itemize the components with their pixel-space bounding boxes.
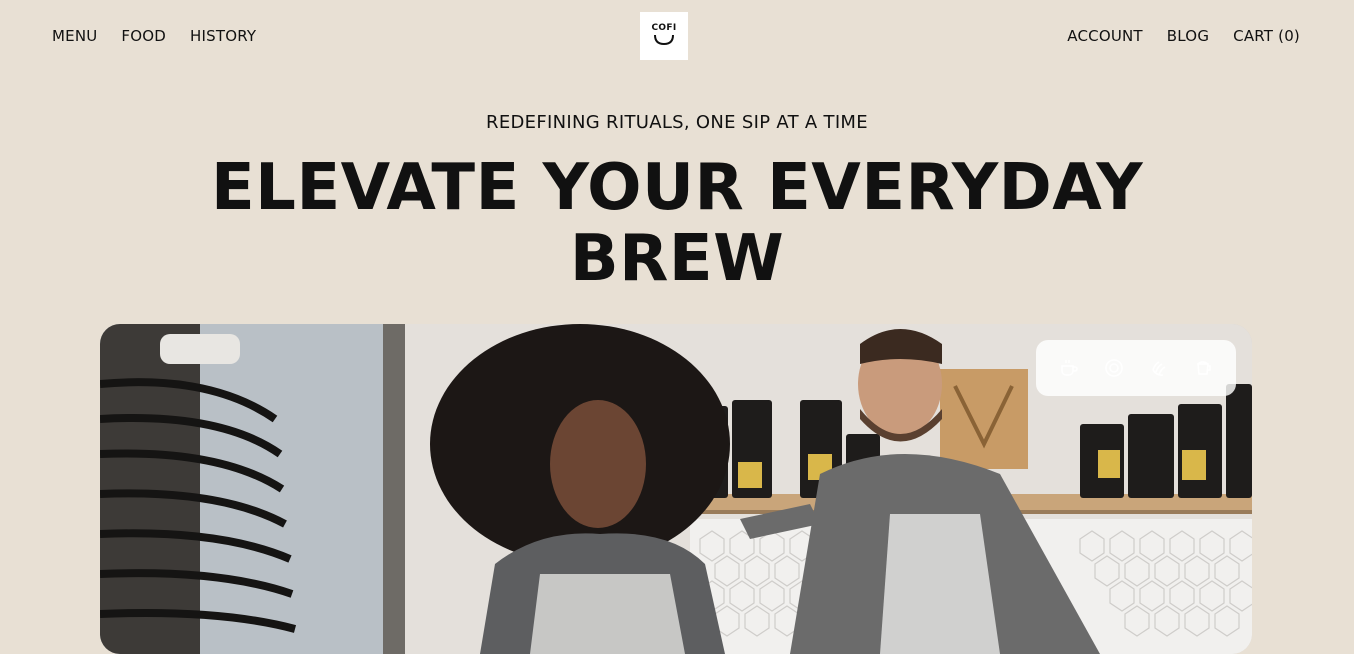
coffee-pot-icon[interactable]: [1192, 356, 1216, 380]
nav-left: MENU FOOD HISTORY: [52, 27, 280, 45]
nav-link-cart[interactable]: CART (0): [1233, 27, 1300, 45]
nav-link-food[interactable]: FOOD: [121, 27, 166, 45]
nav-link-menu[interactable]: MENU: [52, 27, 97, 45]
target-icon[interactable]: [1102, 356, 1126, 380]
brand-logo[interactable]: COFI: [640, 12, 688, 60]
nav-link-blog[interactable]: BLOG: [1167, 27, 1209, 45]
hero-headline: ELEVATE YOUR EVERYDAY BREW: [0, 153, 1354, 295]
hand-icon[interactable]: [1147, 356, 1171, 380]
top-navigation: MENU FOOD HISTORY COFI ACCOUNT BLOG CART…: [0, 0, 1354, 72]
nav-right: ACCOUNT BLOG CART (0): [1043, 27, 1300, 45]
smile-icon: [654, 34, 674, 46]
nav-link-history[interactable]: HISTORY: [190, 27, 256, 45]
hero-tagline: REDEFINING RITUALS, ONE SIP AT A TIME: [486, 112, 868, 133]
logo-text: COFI: [651, 23, 677, 33]
headline-line-2: BREW: [569, 222, 785, 296]
nav-link-account[interactable]: ACCOUNT: [1067, 27, 1143, 45]
feature-icon-bar: [1036, 340, 1236, 396]
headline-line-1: ELEVATE YOUR EVERYDAY: [210, 151, 1144, 225]
coffee-cup-icon[interactable]: [1057, 356, 1081, 380]
